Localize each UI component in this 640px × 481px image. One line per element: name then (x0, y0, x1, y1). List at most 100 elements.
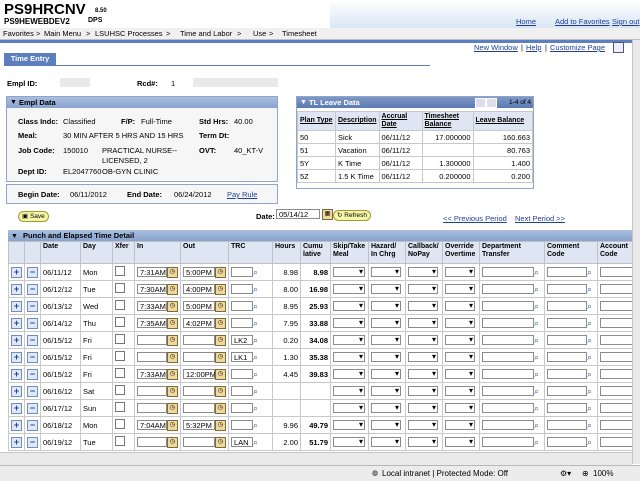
leave-col-header[interactable]: Timesheet Balance (421, 111, 474, 131)
collapse-icon[interactable]: ▼ (11, 233, 18, 240)
clock-icon[interactable]: ◷ (167, 266, 178, 278)
callback-select[interactable] (408, 318, 438, 328)
in-time-input[interactable]: 7:31AM (137, 267, 167, 277)
account-code-input[interactable] (600, 318, 634, 328)
clock-icon[interactable]: ◷ (215, 385, 226, 397)
hazard-select[interactable] (371, 301, 401, 311)
hazard-select[interactable] (371, 335, 401, 345)
account-code-input[interactable] (600, 369, 634, 379)
clock-icon[interactable]: ◷ (215, 266, 226, 278)
callback-select[interactable] (408, 352, 438, 362)
delete-row-button[interactable]: − (27, 436, 38, 448)
clock-icon[interactable]: ◷ (167, 334, 178, 346)
out-time-input[interactable] (183, 437, 215, 447)
lookup-icon[interactable]: ⌕ (587, 437, 595, 447)
trc-input[interactable] (231, 267, 253, 277)
add-row-button[interactable]: + (11, 368, 22, 380)
hazard-select[interactable] (371, 437, 401, 447)
hazard-select[interactable] (371, 318, 401, 328)
pay-rule-link[interactable]: Pay Rule (227, 190, 257, 199)
trc-input[interactable]: LK2 (231, 335, 253, 345)
skip-take-meal-select[interactable] (333, 369, 365, 379)
lookup-icon[interactable]: ⌕ (253, 369, 261, 379)
xfer-checkbox[interactable] (115, 334, 125, 344)
lookup-icon[interactable]: ⌕ (253, 403, 261, 413)
out-time-input[interactable]: 12:00PM (183, 369, 216, 379)
skip-take-meal-select[interactable] (333, 420, 365, 430)
xfer-checkbox[interactable] (115, 351, 125, 361)
xfer-checkbox[interactable] (115, 368, 125, 378)
department-transfer-input[interactable] (482, 301, 534, 311)
skip-take-meal-select[interactable] (333, 386, 365, 396)
clock-icon[interactable]: ◷ (215, 317, 226, 329)
lookup-icon[interactable]: ⌕ (534, 403, 542, 413)
leave-col-header[interactable]: Accrual Date (378, 111, 423, 131)
leave-col-header[interactable]: Leave Balance (472, 111, 534, 131)
comment-code-input[interactable] (547, 352, 587, 362)
skip-take-meal-select[interactable] (333, 284, 365, 294)
download-icon[interactable] (486, 98, 497, 108)
comment-code-input[interactable] (547, 335, 587, 345)
lookup-icon[interactable]: ⌕ (534, 369, 542, 379)
callback-select[interactable] (408, 284, 438, 294)
add-row-button[interactable]: + (11, 385, 22, 397)
department-transfer-input[interactable] (482, 420, 534, 430)
department-transfer-input[interactable] (482, 369, 534, 379)
department-transfer-input[interactable] (482, 318, 534, 328)
lookup-icon[interactable]: ⌕ (587, 318, 595, 328)
lookup-icon[interactable]: ⌕ (587, 352, 595, 362)
trc-input[interactable] (231, 403, 253, 413)
grid-view-icon[interactable] (475, 98, 486, 108)
crumb-lsuhsc-processes[interactable]: LSUHSC Processes (95, 29, 163, 38)
crumb-favorites[interactable]: Favorites (3, 29, 34, 38)
account-code-input[interactable] (600, 267, 634, 277)
out-time-input[interactable] (183, 386, 215, 396)
clock-icon[interactable]: ◷ (215, 334, 226, 346)
lookup-icon[interactable]: ⌕ (253, 284, 261, 294)
override-overtime-select[interactable] (445, 403, 475, 413)
account-code-input[interactable] (600, 437, 634, 447)
comment-code-input[interactable] (547, 437, 587, 447)
lookup-icon[interactable]: ⌕ (534, 437, 542, 447)
callback-select[interactable] (408, 437, 438, 447)
comment-code-input[interactable] (547, 284, 587, 294)
xfer-checkbox[interactable] (115, 402, 125, 412)
zoom-level[interactable]: 100% (593, 469, 613, 478)
skip-take-meal-select[interactable] (333, 335, 365, 345)
callback-select[interactable] (408, 335, 438, 345)
skip-take-meal-select[interactable] (333, 318, 365, 328)
lookup-icon[interactable]: ⌕ (534, 352, 542, 362)
department-transfer-input[interactable] (482, 352, 534, 362)
xfer-checkbox[interactable] (115, 266, 125, 276)
callback-select[interactable] (408, 267, 438, 277)
clock-icon[interactable]: ◷ (167, 385, 178, 397)
out-time-input[interactable]: 4:02PM (183, 318, 215, 328)
lookup-icon[interactable]: ⌕ (534, 386, 542, 396)
trc-input[interactable] (231, 369, 253, 379)
delete-row-button[interactable]: − (27, 266, 38, 278)
lookup-icon[interactable]: ⌕ (253, 267, 261, 277)
override-overtime-select[interactable] (445, 301, 475, 311)
xfer-checkbox[interactable] (115, 385, 125, 395)
in-time-input[interactable]: 7:33AM (137, 369, 167, 379)
lookup-icon[interactable]: ⌕ (587, 369, 595, 379)
department-transfer-input[interactable] (482, 267, 534, 277)
out-time-input[interactable]: 5:00PM (183, 301, 215, 311)
clock-icon[interactable]: ◷ (167, 402, 178, 414)
collapse-icon[interactable]: ▼ (10, 97, 17, 108)
clock-icon[interactable]: ◷ (215, 368, 226, 380)
crumb-timesheet[interactable]: Timesheet (282, 29, 317, 38)
hazard-select[interactable] (371, 403, 401, 413)
previous-period-link[interactable]: << Previous Period (443, 214, 507, 223)
add-row-button[interactable]: + (11, 436, 22, 448)
out-time-input[interactable]: 4:00PM (183, 284, 215, 294)
in-time-input[interactable] (137, 437, 167, 447)
xfer-checkbox[interactable] (115, 300, 125, 310)
clock-icon[interactable]: ◷ (215, 351, 226, 363)
in-time-input[interactable]: 7:30AM (137, 284, 167, 294)
comment-code-input[interactable] (547, 267, 587, 277)
next-period-link[interactable]: Next Period >> (515, 214, 565, 223)
lookup-icon[interactable]: ⌕ (534, 318, 542, 328)
account-code-input[interactable] (600, 352, 634, 362)
department-transfer-input[interactable] (482, 284, 534, 294)
